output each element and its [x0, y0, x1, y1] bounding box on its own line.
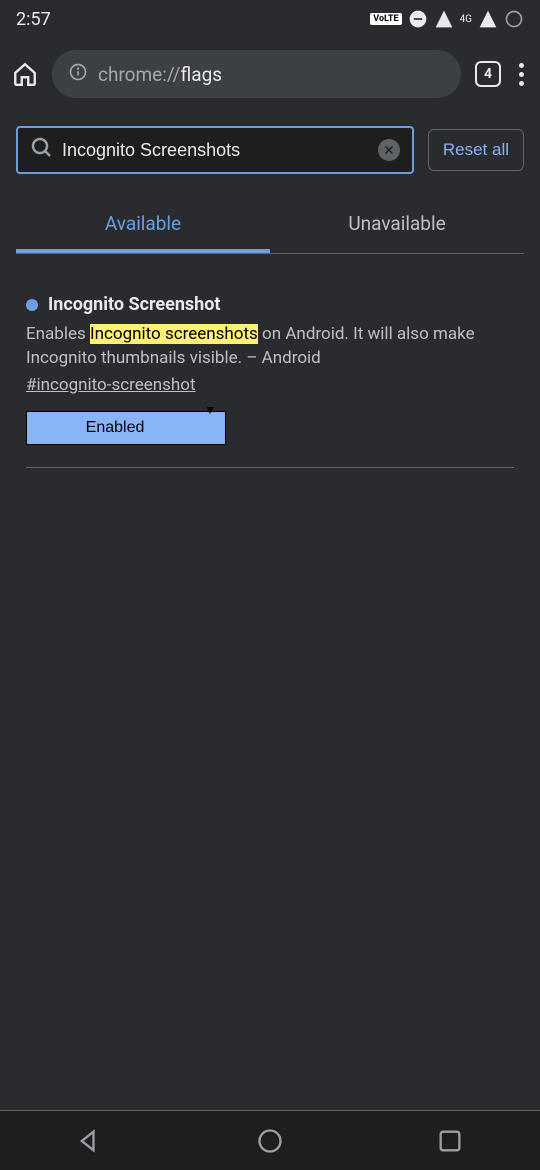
back-icon[interactable] — [76, 1127, 104, 1155]
flag-state-select[interactable]: Enabled — [26, 411, 226, 445]
tab-switcher[interactable]: 4 — [475, 61, 501, 87]
search-box[interactable] — [16, 126, 414, 174]
status-time: 2:57 — [16, 9, 51, 30]
status-right: VoLTE 4G — [370, 9, 524, 29]
home-nav-icon[interactable] — [256, 1127, 284, 1155]
overflow-menu-icon[interactable] — [515, 63, 528, 86]
url-text: chrome://flags — [98, 63, 222, 86]
tab-available[interactable]: Available — [16, 198, 270, 253]
flag-hash-link[interactable]: #incognito-screenshot — [26, 375, 196, 395]
tab-unavailable[interactable]: Unavailable — [270, 198, 524, 253]
url-bar[interactable]: chrome://flags — [52, 50, 461, 98]
search-row: Reset all — [0, 116, 540, 184]
recents-icon[interactable] — [436, 1127, 464, 1155]
dnd-icon — [408, 9, 428, 29]
reset-all-button[interactable]: Reset all — [428, 129, 524, 171]
search-input[interactable] — [62, 140, 370, 161]
divider — [26, 467, 514, 468]
clear-search-icon[interactable] — [378, 139, 400, 161]
flag-item: Incognito Screenshot Enables Incognito s… — [0, 254, 540, 445]
flag-title: Incognito Screenshot — [48, 294, 221, 315]
system-nav-bar — [0, 1110, 540, 1170]
signal-icon — [434, 9, 454, 29]
network-label: 4G — [460, 14, 472, 25]
status-bar: 2:57 VoLTE 4G — [0, 0, 540, 38]
volte-badge: VoLTE — [370, 13, 401, 25]
tab-bar: Available Unavailable — [16, 198, 524, 254]
flag-select-wrap: Enabled — [26, 395, 226, 445]
search-icon — [30, 136, 54, 164]
home-icon[interactable] — [12, 61, 38, 87]
info-icon — [68, 62, 88, 86]
signal-icon-2 — [478, 9, 498, 29]
loading-icon — [504, 9, 524, 29]
search-highlight: Incognito screenshots — [90, 324, 258, 344]
flag-modified-dot-icon — [26, 299, 38, 311]
browser-toolbar: chrome://flags 4 — [0, 38, 540, 116]
flag-description: Enables Incognito screenshots on Android… — [26, 323, 514, 371]
